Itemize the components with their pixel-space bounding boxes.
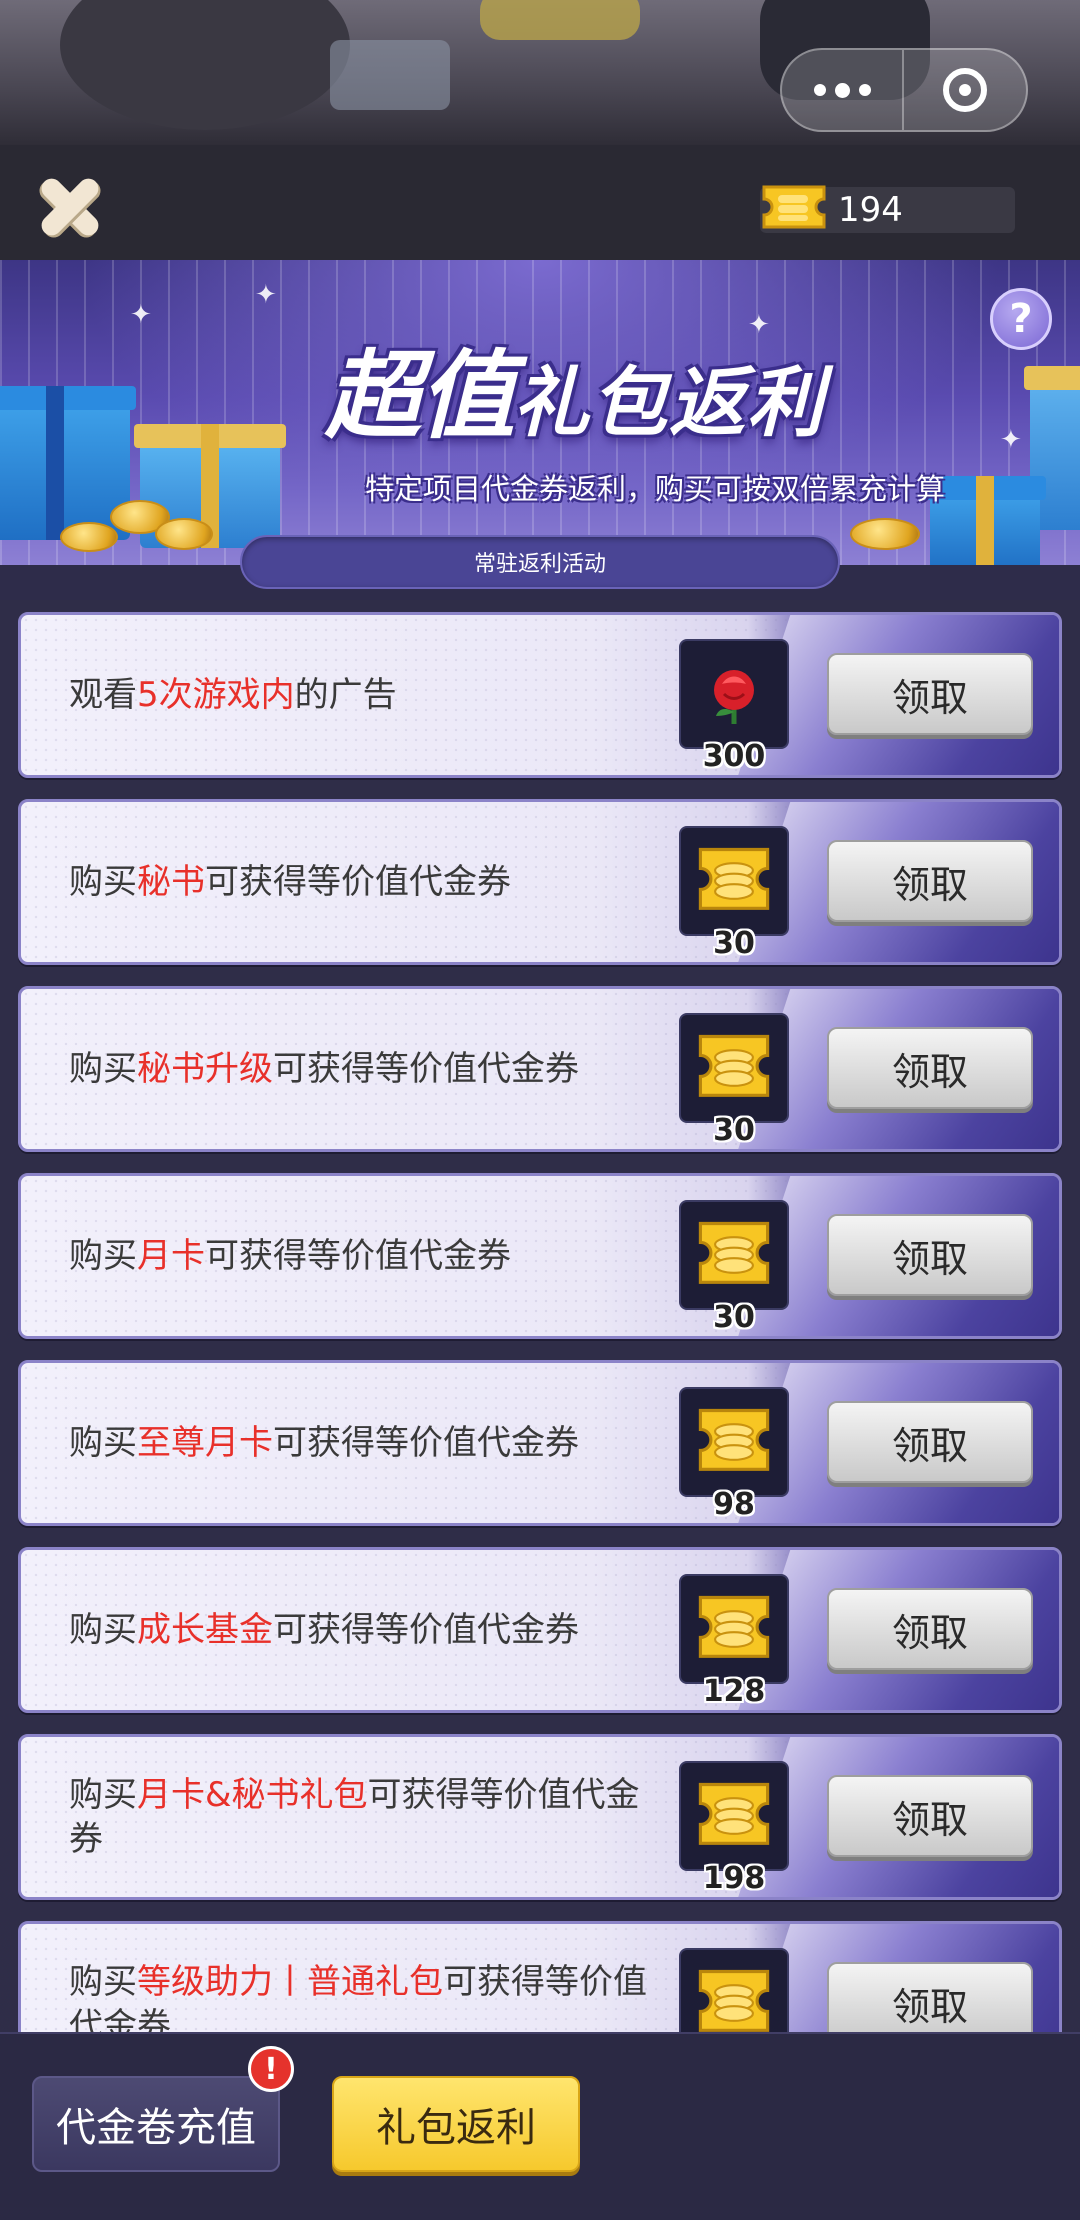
voucher-recharge-tab[interactable]: 代金卷充值	[32, 2076, 280, 2172]
voucher-balance-value: 194	[838, 190, 903, 230]
task-text-post: 可获得等价值代金券	[273, 1423, 579, 1463]
claim-button[interactable]: 领取	[827, 1214, 1033, 1296]
claim-button[interactable]: 领取	[827, 1027, 1033, 1109]
banner-title: 超值礼包返利	[325, 318, 1015, 452]
rebate-task-card: 购买成长基金可获得等价值代金券 128 领取	[18, 1547, 1062, 1713]
task-text-post: 可获得等价值代金券	[205, 1236, 511, 1276]
task-text-post: 可获得等价值代金券	[205, 862, 511, 902]
task-description: 购买等级助力丨普通礼包可获得等价值代金券	[69, 1924, 669, 2032]
banner-title-part1: 超值	[325, 340, 515, 452]
exit-miniprogram-icon[interactable]	[904, 50, 1026, 130]
task-description: 观看5次游戏内的广告	[69, 615, 669, 775]
page: 194 ✦ ✦ ✦ ✦ 超值礼包返利 特定项目代金券返利，购买可按双倍累充计算	[0, 0, 1080, 2220]
claim-button[interactable]: 领取	[827, 1775, 1033, 1857]
task-text-post: 的广告	[294, 675, 397, 715]
task-description: 购买秘书可获得等价值代金券	[69, 802, 669, 962]
task-text-highlight: 秘书升级	[137, 1049, 273, 1089]
task-text-post: 可获得等价值代金券	[273, 1049, 579, 1089]
rebate-task-card: 购买秘书可获得等价值代金券 30 领取	[18, 799, 1062, 965]
help-icon[interactable]: ?	[990, 288, 1052, 350]
voucher-icon	[679, 1574, 789, 1684]
task-text-pre: 观看	[69, 675, 137, 715]
voucher-icon	[762, 185, 826, 229]
voucher-icon	[679, 1013, 789, 1123]
sparkle-decoration: ✦	[130, 300, 152, 330]
claim-button[interactable]: 领取	[827, 1401, 1033, 1483]
voucher-icon	[679, 1200, 789, 1310]
rose-icon	[679, 639, 789, 749]
rebate-task-card: 购买秘书升级可获得等价值代金券 30 领取	[18, 986, 1062, 1152]
task-text-pre: 购买	[69, 862, 137, 902]
promo-banner: ✦ ✦ ✦ ✦ 超值礼包返利 特定项目代金券返利，购买可按双倍累充计算 ?	[0, 260, 1080, 565]
task-text-highlight: 5次游戏内	[137, 675, 295, 715]
rebate-task-card: 购买月卡可获得等价值代金券 30 领取	[18, 1173, 1062, 1339]
claim-button[interactable]: 领取	[827, 653, 1033, 735]
game-scene-background	[0, 0, 1080, 145]
task-description: 购买月卡可获得等价值代金券	[69, 1176, 669, 1336]
header-bar: 194	[0, 145, 1080, 260]
reward-quantity: 198	[702, 1861, 766, 1896]
coin-decoration	[60, 522, 118, 552]
task-description: 购买月卡&秘书礼包可获得等价值代金券	[69, 1737, 669, 1897]
banner-title-part2: 礼包返利	[513, 358, 825, 447]
task-text-highlight: 成长基金	[137, 1610, 273, 1650]
task-text-pre: 购买	[69, 1775, 137, 1815]
sparkle-decoration: ✦	[1000, 425, 1022, 455]
claim-button[interactable]: 领取	[827, 1962, 1033, 2032]
banner-subtitle: 特定项目代金券返利，购买可按双倍累充计算	[365, 472, 946, 506]
close-icon[interactable]	[30, 167, 110, 247]
claim-button[interactable]: 领取	[827, 1588, 1033, 1670]
task-text-pre: 购买	[69, 1962, 137, 2002]
voucher-icon	[679, 1761, 789, 1871]
task-text-pre: 购买	[69, 1236, 137, 1276]
rebate-task-card: 购买等级助力丨普通礼包可获得等价值代金券 领取	[18, 1921, 1062, 2032]
task-description: 购买秘书升级可获得等价值代金券	[69, 989, 669, 1149]
claim-button[interactable]: 领取	[827, 840, 1033, 922]
task-text-post: 可获得等价值代金券	[273, 1610, 579, 1650]
task-text-highlight: 月卡&秘书礼包	[137, 1775, 368, 1815]
task-text-pre: 购买	[69, 1049, 137, 1089]
task-text-highlight: 秘书	[137, 862, 205, 902]
task-description: 购买至尊月卡可获得等价值代金券	[69, 1363, 669, 1523]
reward-quantity: 30	[713, 1113, 755, 1148]
coin-decoration	[155, 518, 213, 550]
bottom-nav: 代金卷充值 ! 礼包返利	[0, 2032, 1080, 2220]
reward-quantity: 30	[713, 1300, 755, 1335]
voucher-icon	[679, 1387, 789, 1497]
rebate-task-card: 购买至尊月卡可获得等价值代金券 98 领取	[18, 1360, 1062, 1526]
task-text-highlight: 等级助力丨普通礼包	[137, 1962, 443, 2002]
reward-quantity: 300	[702, 739, 766, 774]
voucher-icon	[679, 1948, 789, 2032]
reward-quantity: 98	[713, 1487, 755, 1522]
tab-permanent-rebate[interactable]: 常驻返利活动	[240, 535, 840, 589]
task-text-pre: 购买	[69, 1610, 137, 1650]
miniprogram-capsule	[780, 48, 1028, 132]
coin-decoration	[850, 518, 920, 550]
reward-quantity: 30	[713, 926, 755, 961]
voucher-balance: 194	[760, 185, 1015, 233]
task-text-pre: 购买	[69, 1423, 137, 1463]
sparkle-decoration: ✦	[255, 280, 277, 310]
voucher-icon	[679, 826, 789, 936]
task-description: 购买成长基金可获得等价值代金券	[69, 1550, 669, 1710]
rebate-task-list[interactable]: 观看5次游戏内的广告 300 领取 购买秘书可获得等价值代金券 30 领取 购买秘书升级可获…	[0, 600, 1080, 2032]
more-menu-icon[interactable]	[782, 50, 905, 130]
reward-quantity: 128	[702, 1674, 766, 1709]
alert-badge: !	[248, 2046, 294, 2092]
rebate-task-card: 购买月卡&秘书礼包可获得等价值代金券 198 领取	[18, 1734, 1062, 1900]
rebate-task-card: 观看5次游戏内的广告 300 领取	[18, 612, 1062, 778]
task-text-highlight: 至尊月卡	[137, 1423, 273, 1463]
gift-rebate-tab[interactable]: 礼包返利	[332, 2076, 580, 2172]
task-text-highlight: 月卡	[137, 1236, 205, 1276]
